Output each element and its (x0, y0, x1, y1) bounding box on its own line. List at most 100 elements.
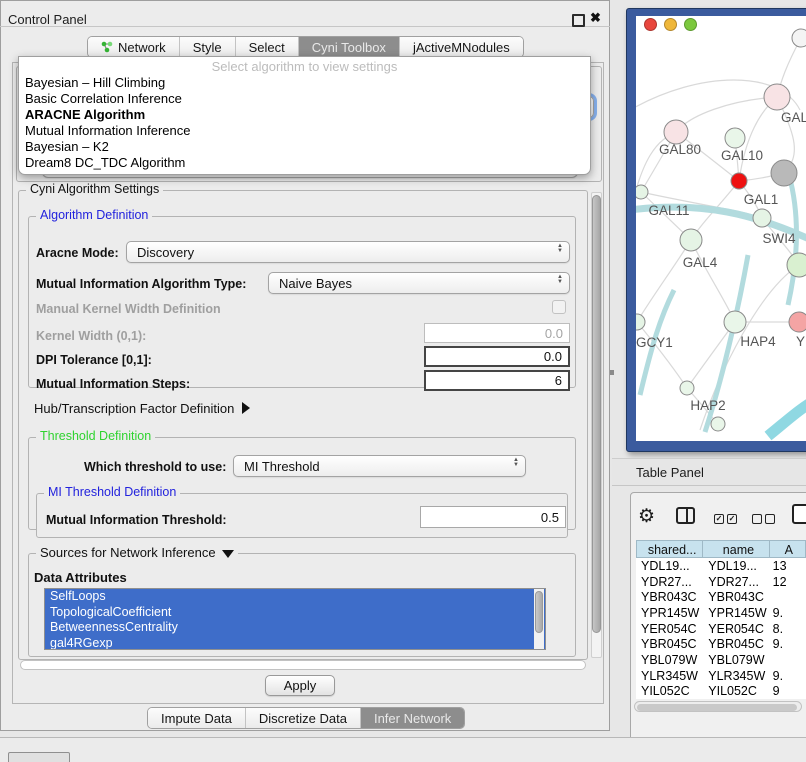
node-gal1[interactable] (753, 209, 771, 227)
table-cell: YBR043C (636, 590, 703, 604)
table-row[interactable]: YBR045CYBR045C9. (636, 636, 806, 652)
table-row[interactable]: YDR27...YDR27...12 (636, 574, 806, 590)
tab-label: Impute Data (161, 711, 232, 726)
table-icon[interactable] (792, 504, 806, 524)
combo-arrows-icon: ▲▼ (557, 244, 563, 254)
combo-arrows-icon: ▲▼ (557, 275, 563, 285)
main-tab-bar: NetworkStyleSelect Cyni Toolbox jActiveMNo… (87, 36, 524, 58)
manual-kernel-checkbox[interactable] (552, 300, 566, 314)
column-header[interactable]: A (770, 540, 806, 558)
kernel-width-field[interactable]: 0.0 (424, 323, 570, 343)
network-icon (101, 41, 113, 53)
node[interactable] (771, 160, 797, 186)
network-canvas[interactable]: GALGAL80GAL10GAL1GAL11SWI4GAL4GCY1HAP4YH… (636, 16, 806, 441)
tab-impute-data[interactable]: Impute Data (148, 708, 245, 728)
table-horizontal-scrollbar[interactable] (634, 701, 802, 712)
popup-hint: Select algorithm to view settings (19, 57, 590, 75)
settings-scrollbar-thumb[interactable] (592, 195, 601, 633)
minimize-button[interactable] (664, 18, 677, 31)
tab-discretize-data[interactable]: Discretize Data (245, 708, 360, 728)
node-gal[interactable] (764, 84, 790, 110)
node-gcy1[interactable] (636, 314, 645, 330)
algorithm-option[interactable]: Bayesian – K2 (19, 139, 590, 155)
algorithm-option[interactable]: Mutual Information Inference (19, 123, 590, 139)
node-hap2[interactable] (680, 381, 694, 395)
tab-infer-network[interactable]: Infer Network (360, 708, 464, 728)
algorithm-option[interactable]: Dream8 DC_TDC Algorithm (19, 155, 590, 171)
tab-jactivemnodules[interactable]: jActiveMNodules (399, 37, 523, 57)
column-header[interactable]: shared... (636, 540, 703, 558)
attributes-scrollbar-thumb[interactable] (535, 591, 543, 633)
select-all-icon[interactable]: ✓✓ (714, 510, 740, 528)
attribute-item[interactable]: BetweennessCentrality (45, 620, 545, 636)
table-row[interactable]: YIL052CYIL052C9 (636, 684, 806, 700)
tab-network[interactable]: Network (88, 37, 179, 57)
gear-icon[interactable]: ⚙ (638, 505, 655, 528)
table-cell: 8. (770, 622, 806, 636)
node[interactable] (731, 173, 747, 189)
tab-label: jActiveMNodules (413, 40, 510, 55)
table-cell: YER054C (636, 622, 703, 636)
table-row[interactable]: YPR145WYPR145W9. (636, 605, 806, 621)
split-columns-icon[interactable] (676, 507, 695, 524)
attribute-item[interactable]: SelfLoops (45, 589, 545, 605)
table-cell: 9. (770, 606, 806, 620)
attribute-item[interactable]: TopologicalCoefficient (45, 605, 545, 621)
close-icon[interactable]: ✖ (590, 10, 601, 26)
table-row[interactable]: YER054CYER054C8. (636, 621, 806, 637)
table-row[interactable]: YBL079WYBL079W (636, 652, 806, 668)
mi-steps-field[interactable]: 6 (424, 370, 570, 391)
table-cell: YDL19... (703, 559, 769, 573)
mi-threshold-field[interactable]: 0.5 (420, 506, 566, 528)
tab-cyni-toolbox[interactable]: Cyni Toolbox (298, 37, 399, 57)
table-row[interactable]: YLR345WYLR345W9. (636, 668, 806, 684)
node-gal4[interactable] (680, 229, 702, 251)
node-y[interactable] (789, 312, 806, 332)
tab-select[interactable]: Select (235, 37, 298, 57)
table-row[interactable]: YBR043CYBR043C (636, 589, 806, 605)
algorithm-option[interactable]: ARACNE Algorithm (19, 107, 590, 123)
deselect-all-icon[interactable] (752, 510, 778, 528)
node-hap4[interactable] (724, 311, 746, 333)
zoom-button[interactable] (684, 18, 697, 31)
node-label: HAP4 (740, 334, 776, 349)
close-button[interactable] (644, 18, 657, 31)
table-cell: 9. (770, 637, 806, 651)
node-gal11[interactable] (636, 185, 648, 199)
algorithm-option[interactable]: Bayesian – Hill Climbing (19, 75, 590, 91)
mi-type-combo[interactable]: Naive Bayes ▲▼ (268, 272, 570, 294)
table-cell: YLR345W (703, 669, 769, 683)
float-window-icon[interactable] (572, 14, 585, 27)
node[interactable] (792, 29, 806, 47)
hub-definition-toggle[interactable]: Hub/Transcription Factor Definition (34, 401, 250, 416)
settings-horizontal-scrollbar[interactable] (20, 660, 586, 670)
application-root: Control Panel ✖ NetworkStyleSelectCyni T… (0, 0, 806, 762)
table-cell: 9. (770, 669, 806, 683)
which-threshold-value: MI Threshold (244, 459, 320, 474)
split-pane-handle[interactable] (610, 370, 614, 375)
table-row[interactable]: YDL19...YDL19...13 (636, 558, 806, 574)
node-gal80[interactable] (664, 120, 688, 144)
data-attributes-list[interactable]: SelfLoopsTopologicalCoefficientBetweenne… (44, 588, 546, 650)
algorithm-dropdown-popup: Select algorithm to view settings Bayesi… (18, 56, 591, 175)
node-label: GAL10 (721, 148, 763, 163)
aracne-mode-combo[interactable]: Discovery ▲▼ (126, 241, 570, 263)
dpi-tolerance-field[interactable]: 0.0 (424, 346, 570, 367)
node-swi4[interactable] (787, 253, 806, 277)
bottom-left-widget[interactable] (8, 752, 70, 762)
attribute-item[interactable]: gal4RGexp (45, 636, 545, 651)
sources-group-title[interactable]: Sources for Network Inference (36, 545, 238, 560)
aracne-mode-label: Aracne Mode: (36, 246, 119, 260)
column-header[interactable]: name (703, 540, 769, 558)
node-gal10[interactable] (725, 128, 745, 148)
tab-style[interactable]: Style (179, 37, 235, 57)
algorithm-option[interactable]: Basic Correlation Inference (19, 91, 590, 107)
table-scrollbar-thumb[interactable] (637, 704, 797, 711)
collapse-down-icon (222, 550, 234, 558)
which-threshold-combo[interactable]: MI Threshold ▲▼ (233, 455, 526, 477)
apply-button[interactable]: Apply (265, 675, 335, 696)
node[interactable] (711, 417, 725, 431)
node-label: SWI4 (762, 231, 795, 246)
tab-label: Cyni Toolbox (312, 40, 386, 55)
table-cell: YDR27... (636, 575, 703, 589)
